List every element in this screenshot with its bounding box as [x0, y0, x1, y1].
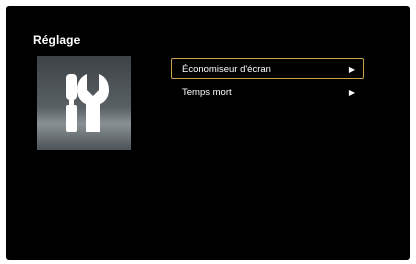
settings-menu: Économiseur d'écran ▶ Temps mort ▶: [171, 58, 364, 104]
arrow-right-icon: ▶: [348, 65, 355, 74]
arrow-right-icon: ▶: [348, 88, 355, 97]
menu-item-label: Temps mort: [182, 87, 232, 98]
page-title: Réglage: [33, 33, 81, 47]
settings-tile: [37, 56, 131, 150]
menu-item-label: Économiseur d'écran: [182, 64, 271, 75]
menu-item-screensaver[interactable]: Économiseur d'écran ▶: [171, 58, 364, 79]
menu-item-timeout[interactable]: Temps mort ▶: [171, 81, 364, 102]
tools-icon: [66, 74, 109, 132]
settings-screen: Réglage Économiseur d'écran ▶ Temps mort…: [6, 6, 410, 260]
